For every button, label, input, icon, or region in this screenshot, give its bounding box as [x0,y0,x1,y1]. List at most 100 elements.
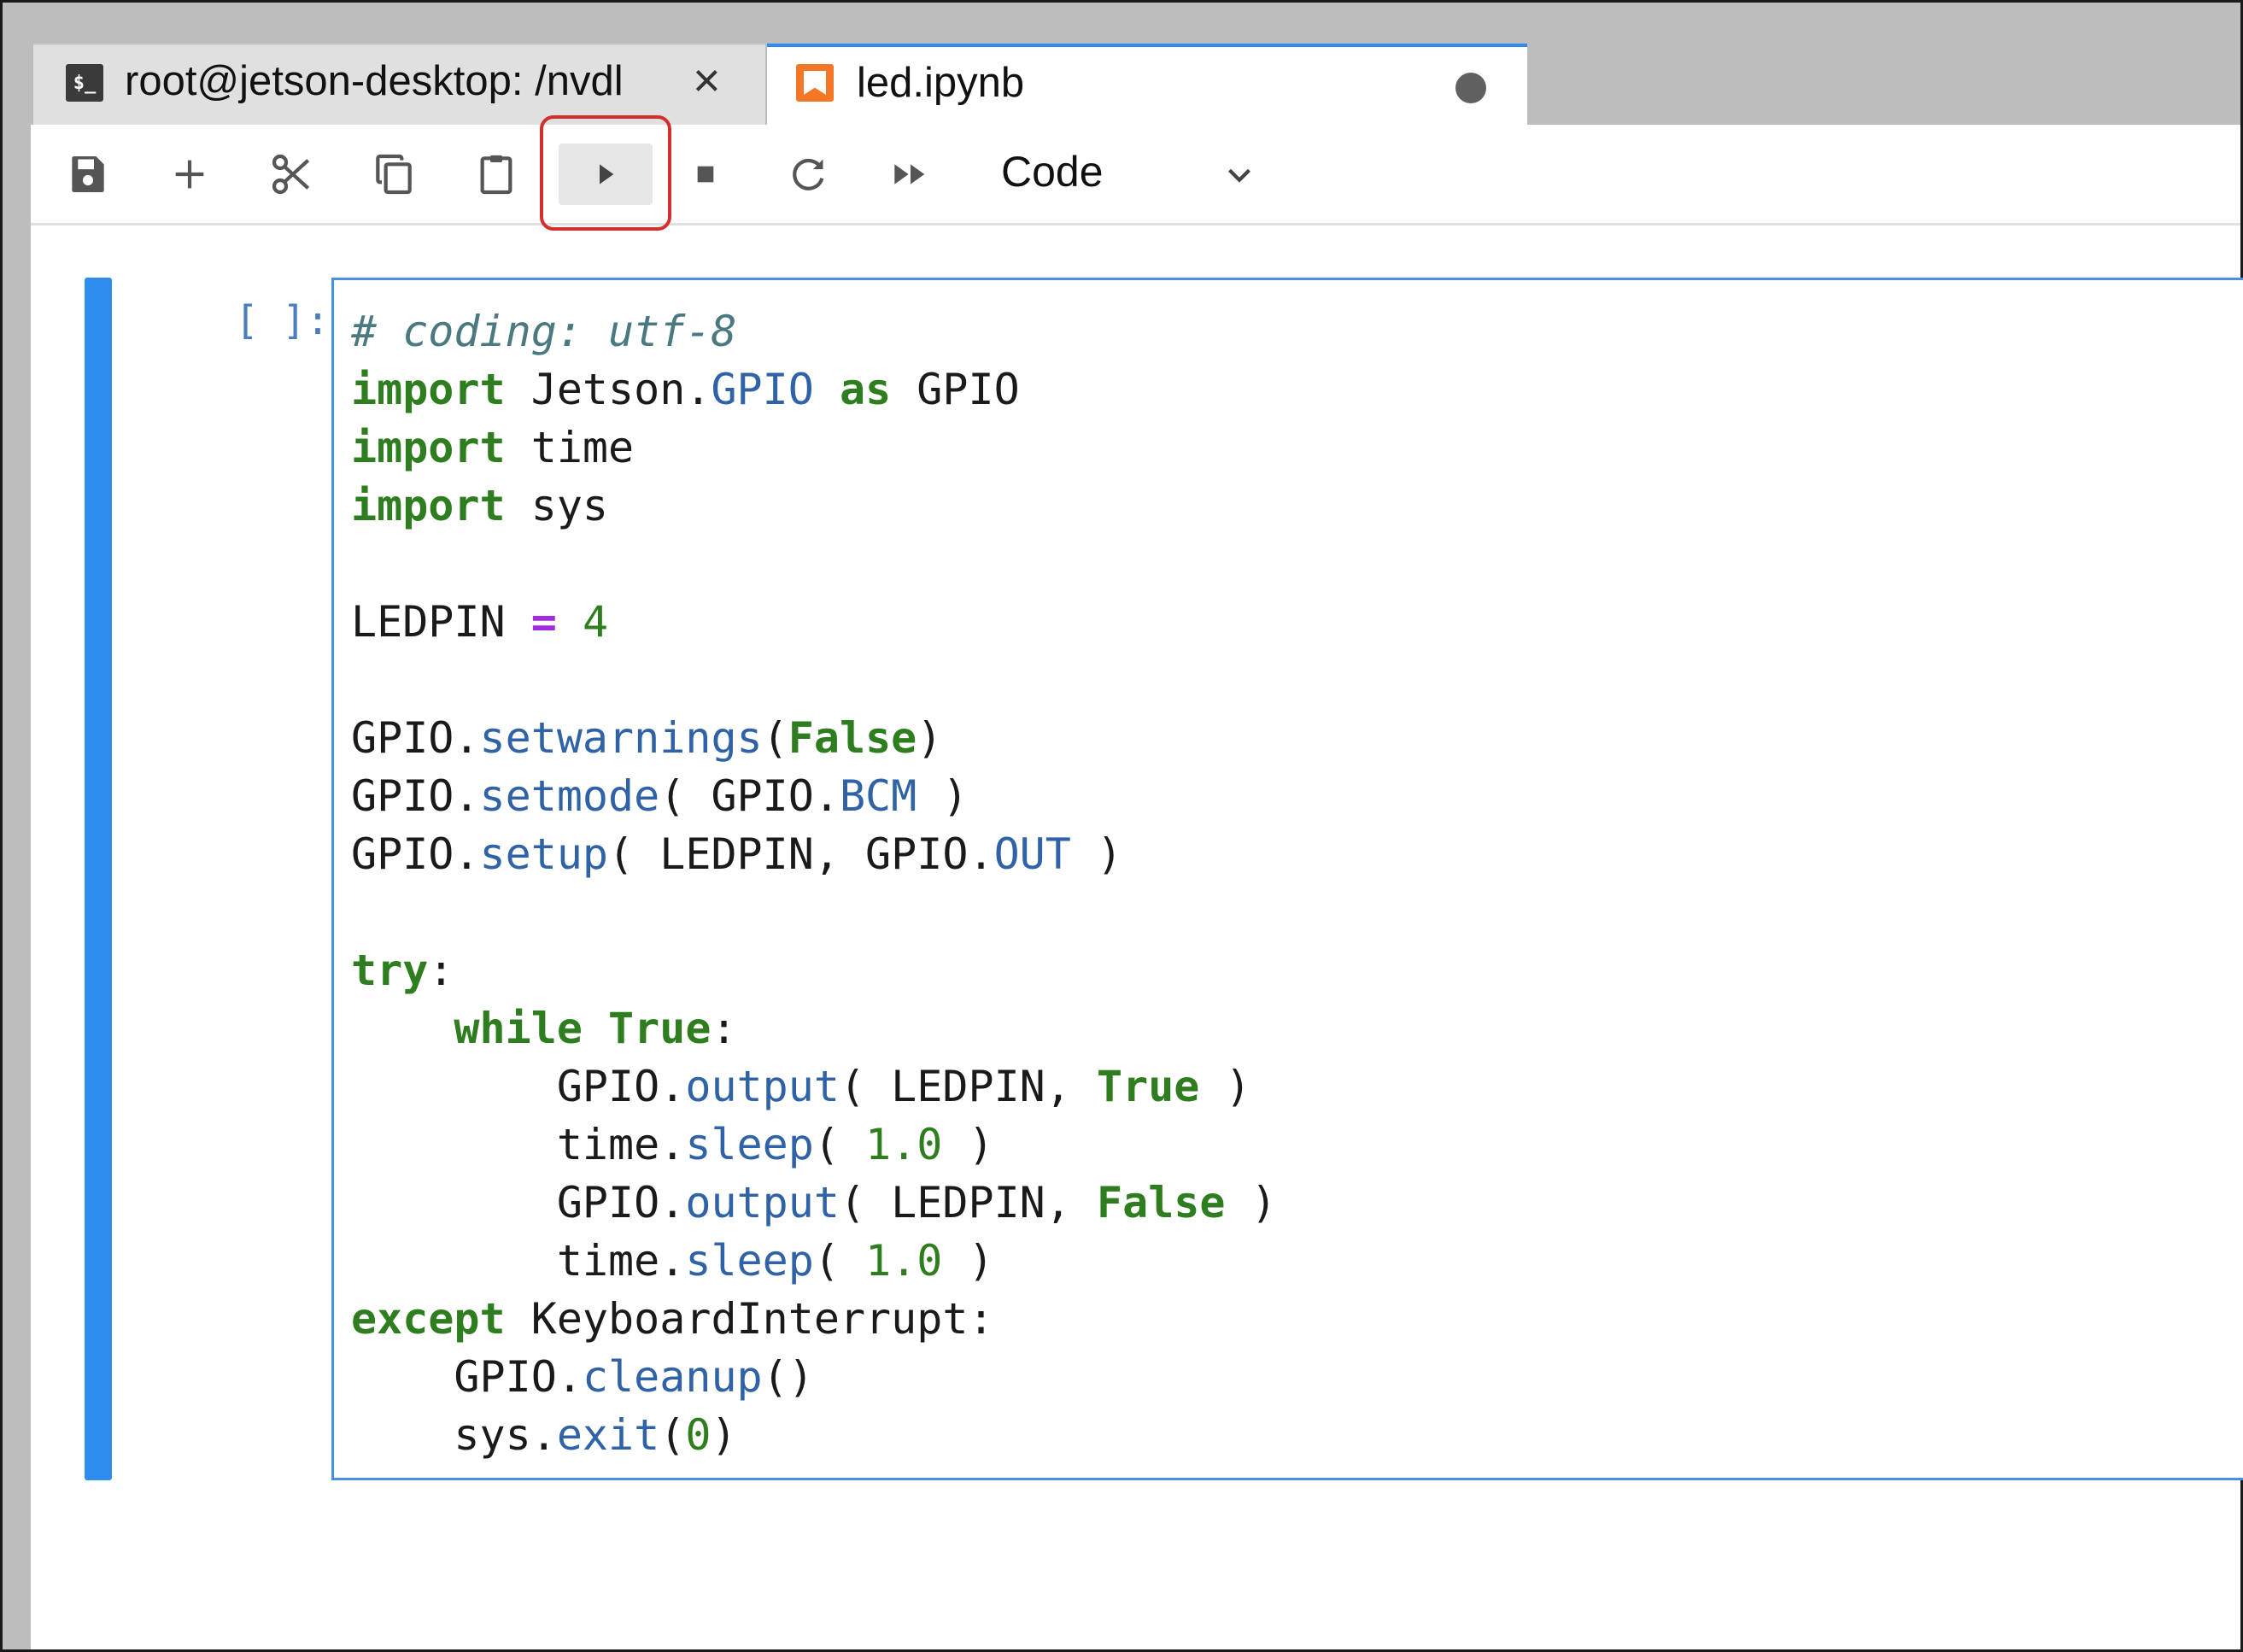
code-token: # coding: utf-8 [351,307,737,356]
code-line: sys.exit(0) [351,1406,1277,1464]
run-button[interactable] [559,144,653,205]
code-token: ( [659,1410,686,1460]
code-token: ) [917,713,943,763]
code-token: sleep [685,1236,814,1286]
code-line: LEDPIN = 4 [351,593,1277,651]
code-token: ) [711,1410,737,1460]
code-token: False [788,713,917,763]
code-token: GPIO. [351,1352,583,1402]
code-token: try [351,946,429,995]
code-token: 0 [685,1410,712,1460]
code-token: OUT [993,829,1071,879]
code-token: sys. [351,1410,557,1460]
add-icon [175,160,204,189]
tab-notebook[interactable]: led.ipynb [767,44,1527,125]
cell-input-prompt: [ ]: [235,297,330,343]
cell-type-select[interactable]: Code [1001,147,1104,196]
code-token: GPIO. [351,829,480,879]
save-icon [72,156,104,192]
code-token: : [711,1004,737,1053]
code-token: GPIO. [351,1178,686,1227]
copy-icon [376,154,412,195]
code-token: output [685,1062,840,1111]
code-token: while [454,1004,583,1053]
unsaved-indicator-icon[interactable] [1455,73,1486,103]
code-token: output [685,1178,840,1227]
code-line: GPIO.cleanup() [351,1348,1277,1406]
code-token: import [351,365,506,414]
insert-cell-button[interactable] [143,144,237,205]
left-sidebar-strip [3,3,31,1649]
code-token: GPIO. [351,713,480,763]
code-token: time. [351,1120,686,1169]
code-token: False [1097,1178,1226,1227]
code-token: ( GPIO. [659,771,840,821]
code-line: while True: [351,999,1277,1057]
code-token: setwarnings [479,713,763,763]
code-token: ( [813,1120,866,1169]
code-token: import [351,481,506,530]
chevron-down-icon[interactable] [1220,155,1259,195]
code-token: ( LEDPIN, GPIO. [608,829,994,879]
code-token: BCM [839,771,917,821]
paste-icon [480,155,512,195]
code-line: GPIO.setwarnings(False) [351,709,1277,767]
code-token: ) [1225,1178,1277,1227]
code-line: import sys [351,477,1277,535]
cell-collapser[interactable] [85,278,112,1480]
code-token: Jetson. [505,365,712,414]
code-token: : [428,946,454,995]
code-line: GPIO.setup( LEDPIN, GPIO.OUT ) [351,825,1277,883]
code-token: = [530,597,557,647]
code-token: ( [813,1236,866,1286]
code-token: GPIO. [351,771,480,821]
close-icon[interactable]: × [693,52,721,108]
code-token: as [839,365,892,414]
code-token: except [351,1294,506,1344]
stop-icon [697,166,714,183]
copy-button[interactable] [347,144,441,205]
tab-bar: $_ root@jetson-desktop: /nvdl × led.ipyn… [31,3,2240,125]
code-token: 1.0 [865,1236,943,1286]
code-token: () [762,1352,814,1402]
code-token: LEDPIN [351,597,531,647]
code-editor-text[interactable]: # coding: utf-8 import Jetson. GPIO as GPI… [351,302,1277,1464]
terminal-icon: $_ [66,64,103,102]
code-token: setmode [479,771,660,821]
interrupt-button[interactable] [659,144,753,205]
code-cell-editor[interactable]: # coding: utf-8 import Jetson. GPIO as GPI… [331,278,2243,1480]
code-token: cleanup [582,1352,763,1402]
paste-button[interactable] [449,144,543,205]
code-line: try: [351,941,1277,999]
tab-terminal[interactable]: $_ root@jetson-desktop: /nvdl × [33,44,765,125]
save-button[interactable] [41,144,135,205]
code-line: import Jetson.GPIO as GPIO [351,360,1277,419]
tab-notebook-label: led.ipynb [857,60,1025,106]
code-token: setup [479,829,609,879]
code-line: except KeyboardInterrupt: [351,1290,1277,1348]
code-token: exit [556,1410,660,1460]
code-token: time. [351,1236,686,1286]
code-token: ( LEDPIN, [839,1178,1097,1227]
tab-terminal-label: root@jetson-desktop: /nvdl [125,58,624,104]
notebook-icon [796,64,834,102]
code-token: ) [1199,1062,1251,1111]
code-token: True [608,1004,712,1053]
restart-run-all-button[interactable] [864,144,958,205]
jupyterlab-window: $_ root@jetson-desktop: /nvdl × led.ipyn… [0,0,2243,1652]
code-token: 4 [582,597,609,647]
code-token: 1.0 [865,1120,943,1169]
cut-button[interactable] [245,144,339,205]
code-token: ) [917,771,969,821]
restart-icon [793,158,824,190]
code-token: sleep [685,1120,814,1169]
notebook-toolbar: Code [31,115,2240,231]
code-token: GPIO. [351,1062,686,1111]
code-token: GPIO [891,365,1020,414]
restart-button[interactable] [761,144,855,205]
